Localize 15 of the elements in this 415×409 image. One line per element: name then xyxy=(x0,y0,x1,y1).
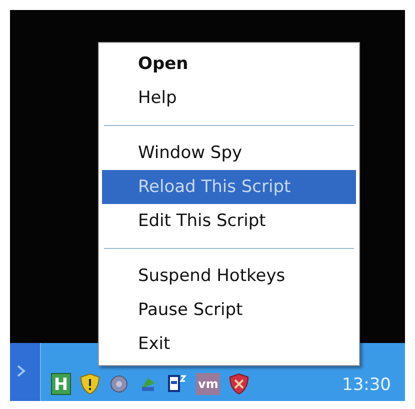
menu-item[interactable]: Reload This Script xyxy=(102,170,356,204)
menu-item[interactable]: Window Spy xyxy=(102,136,356,170)
menu-item[interactable]: Open xyxy=(102,47,356,81)
shield-icon[interactable] xyxy=(80,373,100,395)
menu-item[interactable]: Suspend Hotkeys xyxy=(102,259,356,293)
menu-item[interactable]: Exit xyxy=(102,327,356,361)
disc-icon[interactable] xyxy=(109,373,129,395)
monitor-icon[interactable] xyxy=(167,373,187,395)
clock-time: 13:30 xyxy=(342,375,391,395)
tray-icon[interactable]: vm xyxy=(196,373,220,395)
menu-item[interactable]: Pause Script xyxy=(102,293,356,327)
menu-item[interactable]: Edit This Script xyxy=(102,204,356,238)
chevron-icon[interactable] xyxy=(16,365,26,377)
menu-item[interactable]: Help xyxy=(102,81,356,115)
shield-icon[interactable] xyxy=(229,373,250,395)
